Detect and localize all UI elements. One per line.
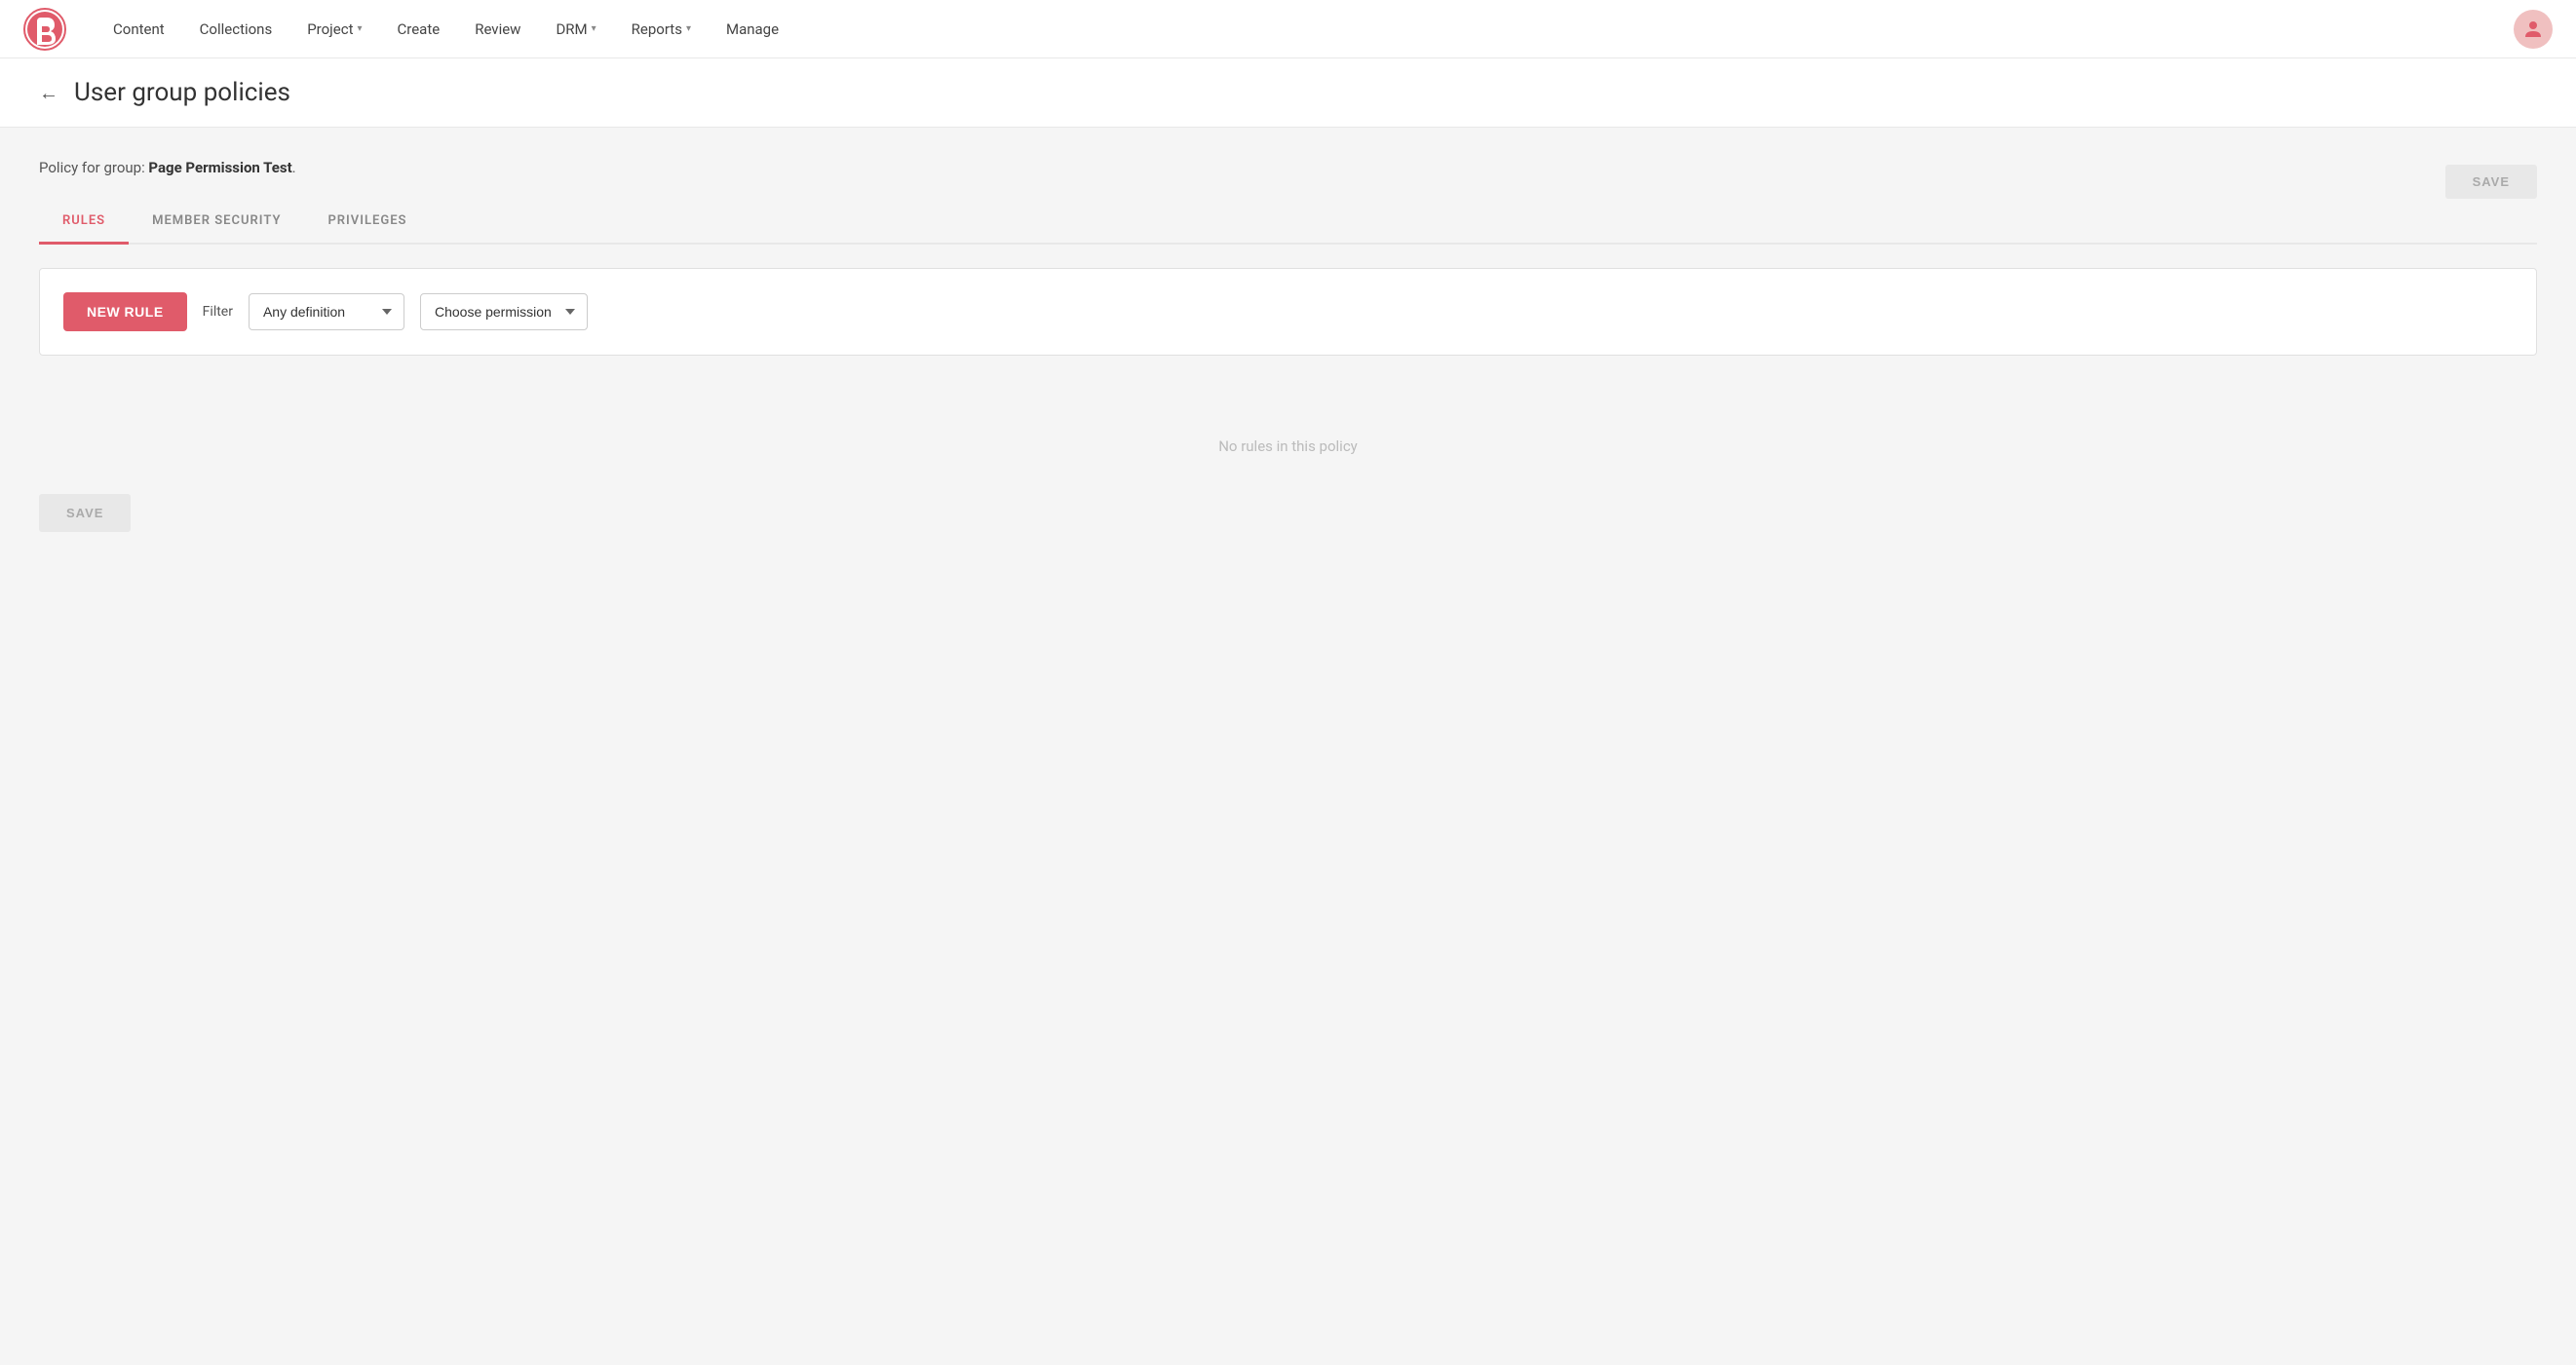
rules-toolbar: NEW RULE Filter Any definition Choose pe… xyxy=(63,292,2513,331)
tab-member-security[interactable]: MEMBER SECURITY xyxy=(129,200,304,245)
save-button-top[interactable]: SAVE xyxy=(2445,165,2537,199)
nav-item-project[interactable]: Project ▾ xyxy=(291,13,377,46)
project-chevron-icon: ▾ xyxy=(357,23,362,34)
tabs: RULES MEMBER SECURITY PRIVILEGES xyxy=(39,200,2537,245)
nav-item-content[interactable]: Content xyxy=(97,13,180,46)
back-button[interactable]: ← xyxy=(39,81,58,105)
reports-chevron-icon: ▾ xyxy=(686,23,691,34)
nav-item-collections[interactable]: Collections xyxy=(184,13,288,46)
definition-dropdown[interactable]: Any definition xyxy=(249,293,404,330)
empty-state: No rules in this policy xyxy=(39,379,2537,494)
nav-item-create[interactable]: Create xyxy=(382,13,456,46)
group-name: Page Permission Test xyxy=(148,159,291,176)
nav-item-review[interactable]: Review xyxy=(459,13,536,46)
page-title: User group policies xyxy=(74,78,290,107)
page-header: ← User group policies xyxy=(0,58,2576,128)
save-button-bottom[interactable]: SAVE xyxy=(39,494,131,532)
nav-item-drm[interactable]: DRM ▾ xyxy=(540,13,611,46)
brand-logo[interactable] xyxy=(23,8,66,51)
rules-card: NEW RULE Filter Any definition Choose pe… xyxy=(39,268,2537,356)
nav-item-manage[interactable]: Manage xyxy=(711,13,794,46)
filter-label: Filter xyxy=(203,304,233,320)
tab-privileges[interactable]: PRIVILEGES xyxy=(304,200,430,245)
avatar[interactable] xyxy=(2514,10,2553,49)
navbar: Content Collections Project ▾ Create Rev… xyxy=(0,0,2576,58)
content-area: Policy for group: Page Permission Test. … xyxy=(0,128,2576,1365)
new-rule-button[interactable]: NEW RULE xyxy=(63,292,187,331)
permission-dropdown[interactable]: Choose permission xyxy=(420,293,588,330)
tab-rules[interactable]: RULES xyxy=(39,200,129,245)
policy-info: Policy for group: Page Permission Test. xyxy=(39,159,2537,176)
nav-links: Content Collections Project ▾ Create Rev… xyxy=(97,13,2514,46)
nav-item-reports[interactable]: Reports ▾ xyxy=(616,13,707,46)
drm-chevron-icon: ▾ xyxy=(592,23,596,34)
